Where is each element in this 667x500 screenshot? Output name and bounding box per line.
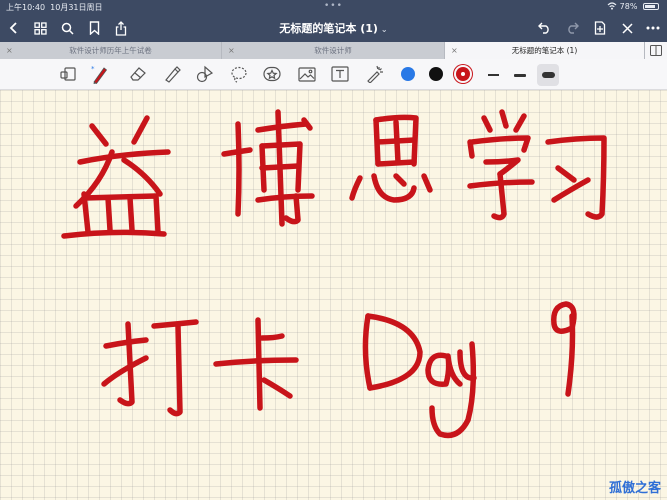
- status-time-date: 上午10:40 10月31日周日: [6, 2, 103, 13]
- sticker-icon[interactable]: [260, 63, 284, 85]
- highlighter-icon[interactable]: [160, 63, 184, 85]
- undo-icon[interactable]: [534, 14, 554, 42]
- tab-software-exam[interactable]: × 软件设计师历年上午试卷: [0, 42, 222, 59]
- color-swatch-red-selected[interactable]: [456, 67, 470, 81]
- tab-software-designer[interactable]: × 软件设计师: [222, 42, 445, 59]
- stroke-thin-icon: [487, 74, 499, 76]
- shapes-icon[interactable]: [193, 63, 217, 85]
- stroke-medium[interactable]: [509, 68, 531, 82]
- status-right: 78%: [607, 2, 659, 11]
- tab-close-icon[interactable]: ×: [6, 42, 13, 59]
- notebook-title-text: 无标题的笔记本 (1): [279, 22, 378, 35]
- status-date: 10月31日周日: [50, 3, 103, 12]
- tab-label: 软件设计师: [314, 46, 352, 55]
- text-icon[interactable]: [328, 63, 352, 85]
- tool-toolbar: *: [0, 59, 667, 90]
- close-icon[interactable]: [617, 14, 637, 42]
- stroke-thick-icon: [541, 72, 555, 78]
- tab-label: 软件设计师历年上午试卷: [69, 46, 152, 55]
- color-swatch-black[interactable]: [429, 67, 443, 81]
- add-tab-icon[interactable]: [645, 42, 667, 59]
- stroke-medium-icon: [514, 73, 526, 77]
- pen-icon[interactable]: *: [88, 63, 112, 85]
- wifi-icon: [607, 2, 620, 11]
- tab-close-icon[interactable]: ×: [451, 42, 458, 59]
- eraser-icon[interactable]: [126, 63, 150, 85]
- tab-untitled-notebook[interactable]: × 无标题的笔记本 (1): [445, 42, 645, 59]
- watermark-text: 孤傲之客: [608, 481, 661, 496]
- selected-dot-icon: [461, 72, 465, 76]
- lasso-icon[interactable]: [227, 63, 251, 85]
- chevron-down-icon: ⌄: [380, 25, 388, 34]
- reader-icon[interactable]: [56, 63, 80, 85]
- title-bar: 无标题的笔记本 (1) ⌄: [0, 14, 667, 42]
- handwriting-ink: [61, 109, 607, 439]
- status-bar: 上午10:40 10月31日周日 ••• 78%: [0, 0, 667, 14]
- svg-text:*: *: [91, 65, 95, 73]
- status-time: 上午10:40: [6, 3, 46, 12]
- new-page-icon[interactable]: [590, 14, 610, 42]
- image-icon[interactable]: [295, 63, 319, 85]
- multitask-dots[interactable]: •••: [324, 1, 343, 11]
- stroke-thin[interactable]: [482, 68, 504, 82]
- tab-label: 无标题的笔记本 (1): [511, 46, 578, 55]
- laser-icon[interactable]: [363, 63, 387, 85]
- color-swatch-blue[interactable]: [401, 67, 415, 81]
- battery-percent: 78%: [619, 2, 638, 11]
- more-icon[interactable]: [643, 14, 663, 42]
- tab-bar: × 软件设计师历年上午试卷 × 软件设计师 × 无标题的笔记本 (1): [0, 42, 667, 59]
- battery-icon: [643, 3, 659, 10]
- stroke-thick-selected[interactable]: [537, 64, 559, 86]
- redo-icon[interactable]: [562, 14, 582, 42]
- tab-close-icon[interactable]: ×: [228, 42, 235, 59]
- note-canvas[interactable]: [0, 90, 667, 500]
